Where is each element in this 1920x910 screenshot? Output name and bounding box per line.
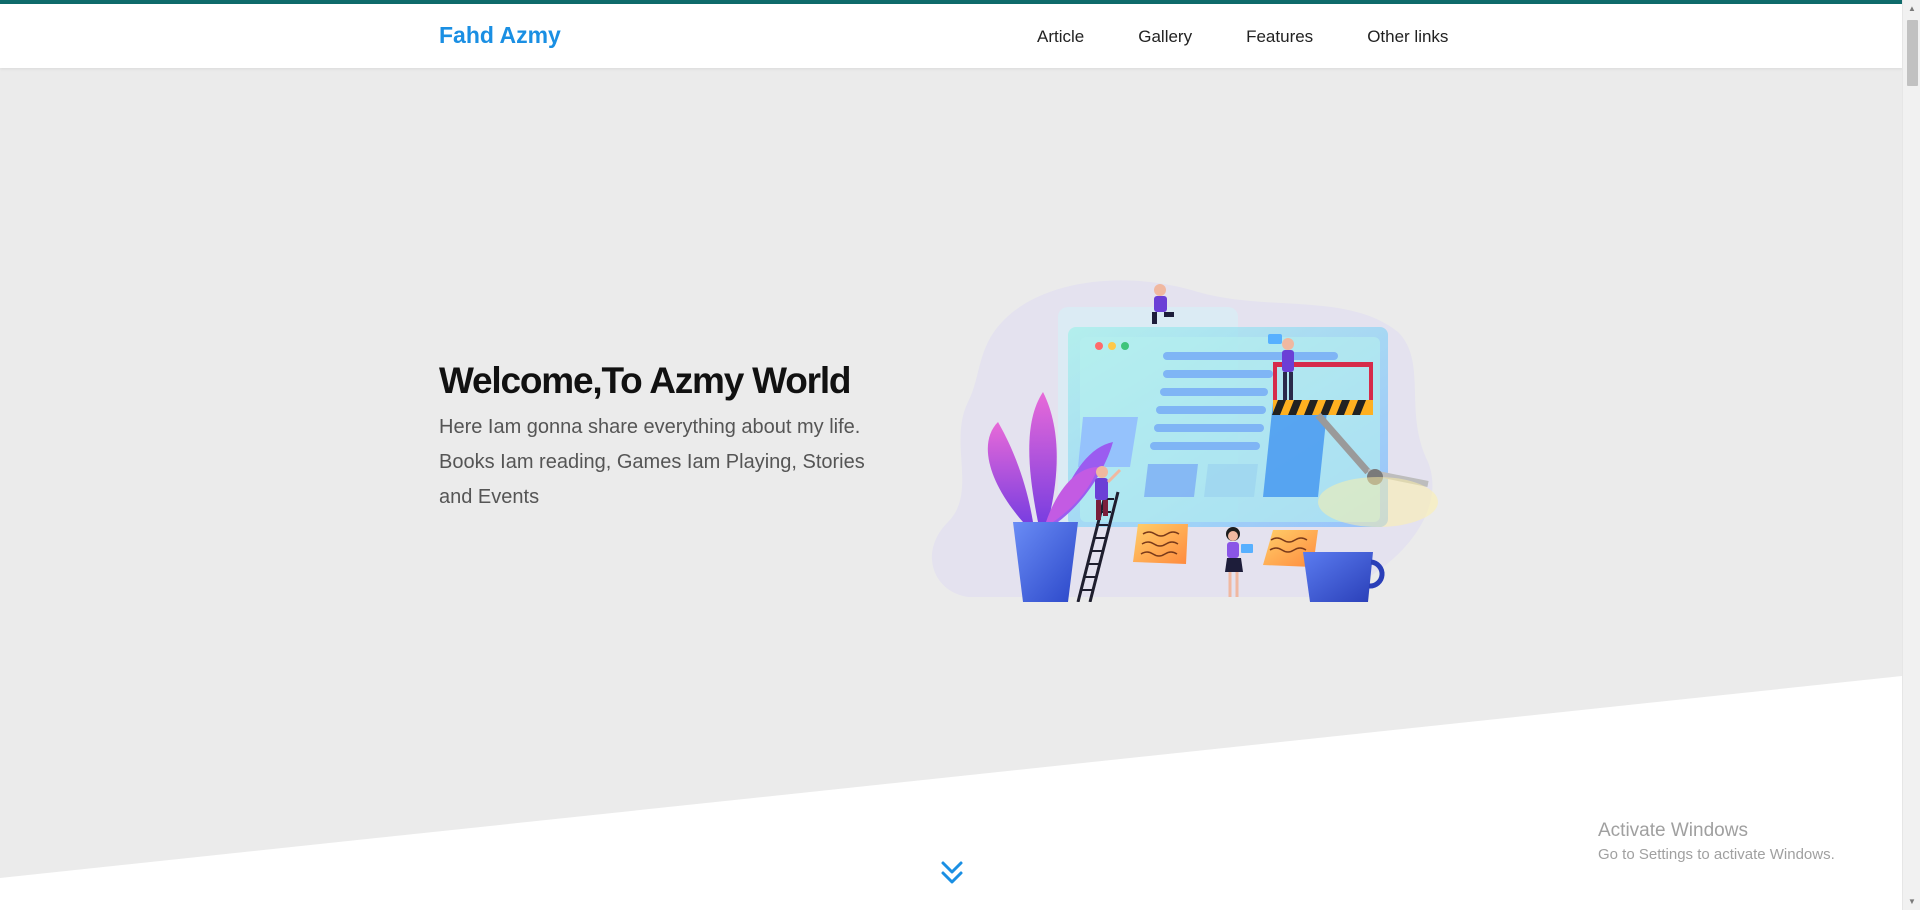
watermark-title: Activate Windows <box>1598 820 1748 841</box>
hero-subtitle: Here Iam gonna share everything about my… <box>439 416 865 508</box>
page-viewport: Fahd Azmy Article Gallery Features Other… <box>0 0 1902 910</box>
scroll-up-arrow-icon[interactable]: ▲ <box>1903 0 1920 17</box>
vertical-scrollbar[interactable]: ▲ ▼ <box>1902 0 1920 910</box>
nav-link-article[interactable]: Article <box>1037 27 1084 47</box>
scrollbar-thumb[interactable] <box>1907 20 1918 86</box>
scroll-down-arrow-icon[interactable]: ▼ <box>1903 893 1920 910</box>
nav-link-other-links[interactable]: Other links <box>1367 27 1448 47</box>
brand-logo[interactable]: Fahd Azmy <box>439 22 561 49</box>
navbar: Fahd Azmy Article Gallery Features Other… <box>0 4 1902 68</box>
nav-link-gallery[interactable]: Gallery <box>1138 27 1192 47</box>
hero-title: Welcome,To Azmy World <box>439 360 852 401</box>
nav-links: Article Gallery Features Other links <box>1037 27 1448 47</box>
nav-link-features[interactable]: Features <box>1246 27 1313 47</box>
watermark-subtitle: Go to Settings to activate Windows. <box>1598 846 1835 863</box>
windows-activation-watermark: Activate Windows Go to Settings to activ… <box>1598 820 1835 863</box>
hero-illustration <box>931 280 1438 602</box>
hero-text: Welcome,To Azmy World Here Iam gonna sha… <box>439 360 899 515</box>
double-chevron-down-icon[interactable] <box>938 858 966 888</box>
